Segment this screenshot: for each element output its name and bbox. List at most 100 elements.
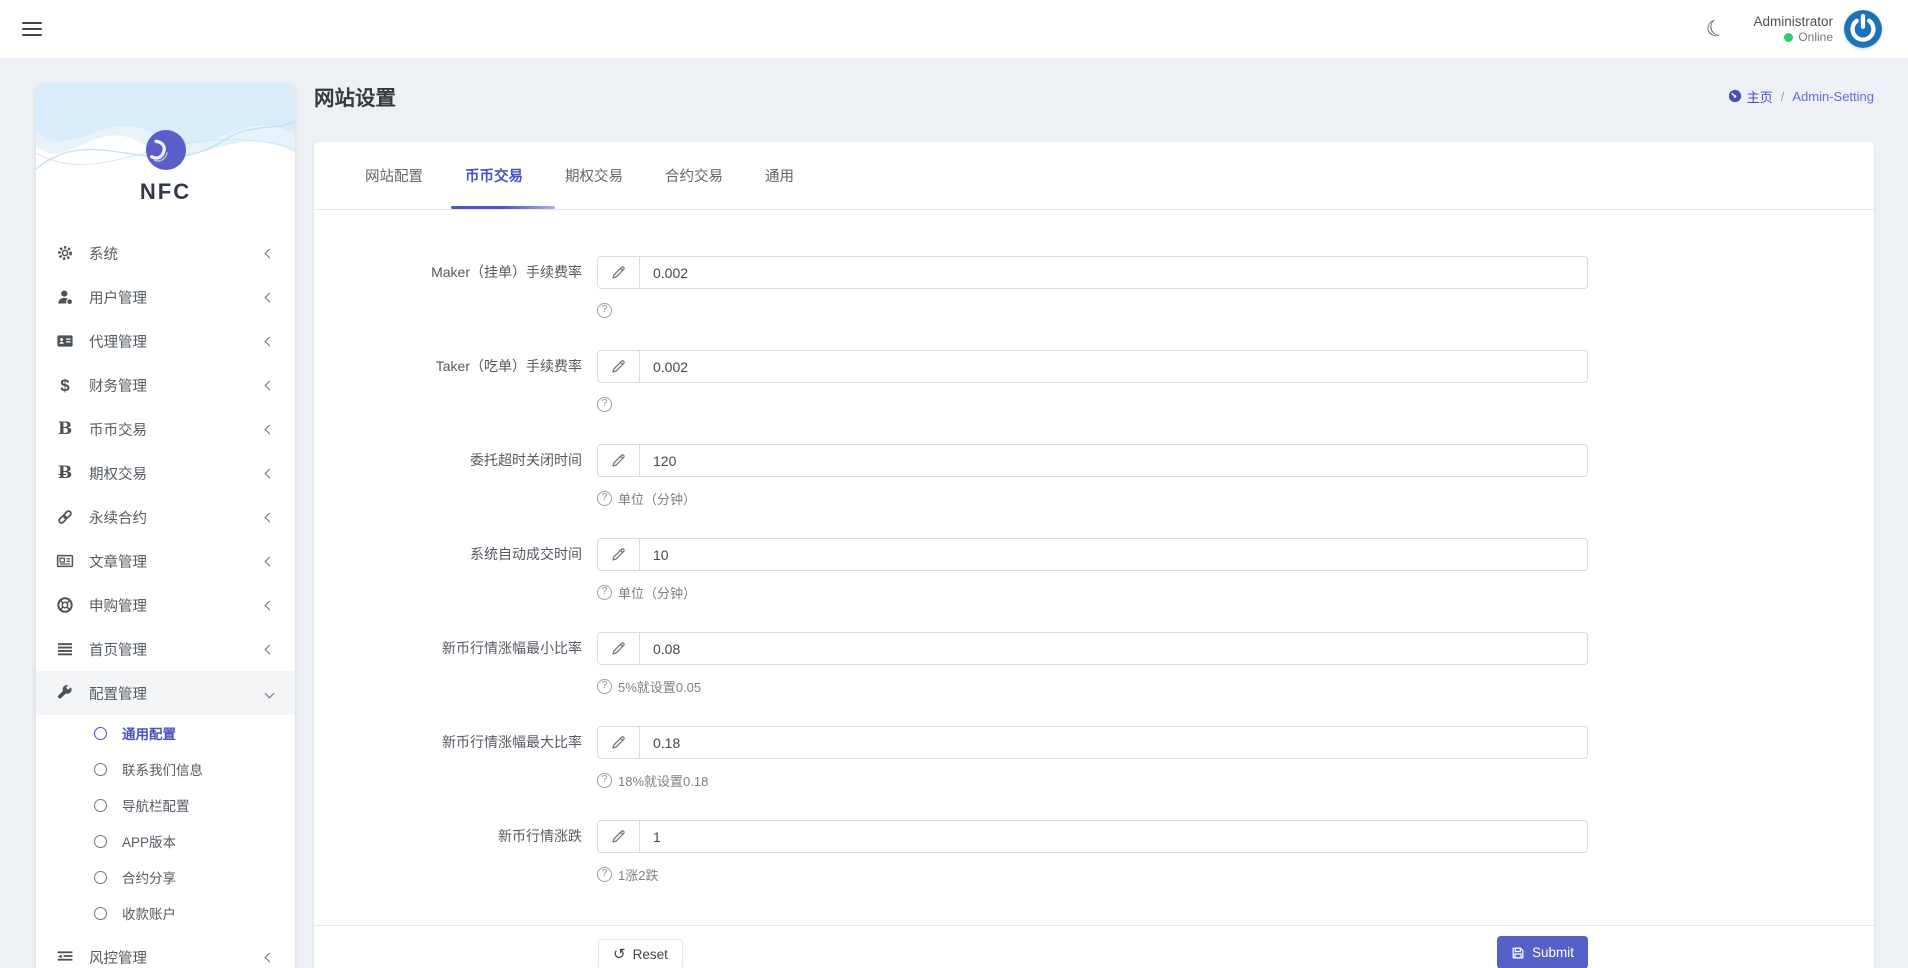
field-hint: ? <box>597 301 1588 319</box>
dashboard-icon <box>1728 89 1742 103</box>
sidebar-item-users[interactable]: 用户管理 <box>36 275 295 319</box>
field-hint: ? 18%就设置0.18 <box>597 771 1588 789</box>
sidebar-item-label: 永续合约 <box>89 507 147 528</box>
circle-icon <box>94 727 107 740</box>
sidebar-item-label: 申购管理 <box>89 595 147 616</box>
online-status-dot <box>1784 33 1793 42</box>
tab-options-trading[interactable]: 期权交易 <box>559 142 629 209</box>
question-icon: ? <box>597 397 612 412</box>
pencil-icon <box>597 726 640 759</box>
field-hint: ? 5%就设置0.05 <box>597 677 1588 695</box>
sidebar-item-configuration[interactable]: 配置管理 <box>36 671 295 715</box>
brand-logo[interactable]: NFC <box>36 83 295 205</box>
field-label: 新币行情涨幅最小比率 <box>314 632 582 695</box>
field-label: Maker（挂单）手续费率 <box>314 256 582 319</box>
chevron-down-icon <box>265 688 275 698</box>
circle-icon <box>94 871 107 884</box>
order-timeout-input[interactable] <box>640 444 1588 477</box>
rise-fall-input[interactable] <box>640 820 1588 853</box>
pencil-icon <box>597 820 640 853</box>
sidebar-item-label: 风控管理 <box>89 947 147 968</box>
submenu-item-navbar-config[interactable]: 导航栏配置 <box>36 787 295 823</box>
breadcrumb-home-link[interactable]: 主页 <box>1728 87 1773 106</box>
auto-deal-time-input[interactable] <box>640 538 1588 571</box>
sidebar-item-label: 首页管理 <box>89 639 147 660</box>
sidebar-item-label: 代理管理 <box>89 331 147 352</box>
page-header: 网站设置 主页 / Admin-Setting <box>314 72 1874 120</box>
submenu-item-label: APP版本 <box>122 831 176 851</box>
sidebar-item-label: 期权交易 <box>89 463 147 484</box>
sidebar-item-label: 财务管理 <box>89 375 147 396</box>
pencil-icon <box>597 256 640 289</box>
submenu-item-label: 通用配置 <box>122 723 176 743</box>
question-icon: ? <box>597 679 612 694</box>
form-row-taker-fee: Taker（吃单）手续费率 ? <box>314 350 1874 413</box>
field-label: 新币行情涨幅最大比率 <box>314 726 582 789</box>
submenu-item-payment-account[interactable]: 收款账户 <box>36 895 295 931</box>
bitcoin-icon: Ƀ <box>55 463 75 483</box>
user-menu[interactable]: Administrator Online <box>1753 10 1882 48</box>
maker-fee-input[interactable] <box>640 256 1588 289</box>
sidebar-item-spot-trading[interactable]: B 币币交易 <box>36 407 295 451</box>
form-row-min-rate: 新币行情涨幅最小比率 ? 5%就设置0.05 <box>314 632 1874 695</box>
sidebar-menu-bottom: 风控管理 <box>36 935 295 968</box>
hamburger-menu-icon[interactable] <box>22 19 42 40</box>
form-row-max-rate: 新币行情涨幅最大比率 ? 18%就设置0.18 <box>314 726 1874 789</box>
question-icon: ? <box>597 303 612 318</box>
form-row-auto-deal-time: 系统自动成交时间 ? 单位（分钟） <box>314 538 1874 601</box>
tab-spot-trading[interactable]: 币币交易 <box>459 142 529 209</box>
settings-form: Maker（挂单）手续费率 ? Taker（吃单）手续费率 <box>314 210 1874 883</box>
sidebar: NFC 系统 用户管理 代理管理 $ 财务管 <box>36 83 295 968</box>
chevron-left-icon <box>265 512 275 522</box>
settings-card: 网站配置 币币交易 期权交易 合约交易 通用 Maker（挂单）手续费率 ? <box>314 142 1874 968</box>
submenu-item-label: 导航栏配置 <box>122 795 190 815</box>
submit-button[interactable]: Submit <box>1497 936 1588 968</box>
sidebar-item-agents[interactable]: 代理管理 <box>36 319 295 363</box>
chevron-left-icon <box>265 600 275 610</box>
sidebar-item-options-trading[interactable]: Ƀ 期权交易 <box>36 451 295 495</box>
sidebar-item-homepage[interactable]: 首页管理 <box>36 627 295 671</box>
submenu-item-app-version[interactable]: APP版本 <box>36 823 295 859</box>
link-icon <box>55 507 75 527</box>
breadcrumb: 主页 / Admin-Setting <box>1728 87 1874 106</box>
sidebar-item-label: 文章管理 <box>89 551 147 572</box>
circle-icon <box>94 799 107 812</box>
bars-icon <box>55 639 75 659</box>
breadcrumb-current: Admin-Setting <box>1792 89 1874 104</box>
submenu-item-label: 合约分享 <box>122 867 176 887</box>
form-footer: ↺ Reset Submit <box>314 925 1874 968</box>
chevron-left-icon <box>265 424 275 434</box>
taker-fee-input[interactable] <box>640 350 1588 383</box>
field-label: 新币行情涨跌 <box>314 820 582 883</box>
min-rate-input[interactable] <box>640 632 1588 665</box>
gear-icon <box>55 243 75 263</box>
reset-button[interactable]: ↺ Reset <box>598 939 683 968</box>
moon-icon[interactable]: ☾ <box>1703 15 1729 42</box>
sidebar-item-subscription[interactable]: 申购管理 <box>36 583 295 627</box>
sidebar-item-risk-control[interactable]: 风控管理 <box>36 935 295 968</box>
tab-site-config[interactable]: 网站配置 <box>359 142 429 209</box>
tab-contract-trading[interactable]: 合约交易 <box>659 142 729 209</box>
life-ring-icon <box>55 595 75 615</box>
chevron-left-icon <box>265 336 275 346</box>
max-rate-input[interactable] <box>640 726 1588 759</box>
sidebar-item-label: 用户管理 <box>89 287 147 308</box>
sidebar-item-label: 币币交易 <box>89 419 147 440</box>
sidebar-menu: 系统 用户管理 代理管理 $ 财务管理 B <box>36 231 295 715</box>
submenu-item-contact-info[interactable]: 联系我们信息 <box>36 751 295 787</box>
sidebar-item-perpetual[interactable]: 永续合约 <box>36 495 295 539</box>
form-row-order-timeout: 委托超时关闭时间 ? 单位（分钟） <box>314 444 1874 507</box>
avatar[interactable] <box>1844 10 1882 48</box>
tab-general[interactable]: 通用 <box>759 142 800 209</box>
submenu-item-label: 收款账户 <box>122 903 176 923</box>
sidebar-item-finance[interactable]: $ 财务管理 <box>36 363 295 407</box>
question-icon: ? <box>597 867 612 882</box>
circle-icon <box>94 835 107 848</box>
submenu-item-general-config[interactable]: 通用配置 <box>36 715 295 751</box>
submenu-item-contract-share[interactable]: 合约分享 <box>36 859 295 895</box>
sidebar-item-system[interactable]: 系统 <box>36 231 295 275</box>
sidebar-item-articles[interactable]: 文章管理 <box>36 539 295 583</box>
outdent-icon <box>55 947 75 967</box>
sidebar-item-label: 配置管理 <box>89 683 147 704</box>
news-icon <box>55 551 75 571</box>
